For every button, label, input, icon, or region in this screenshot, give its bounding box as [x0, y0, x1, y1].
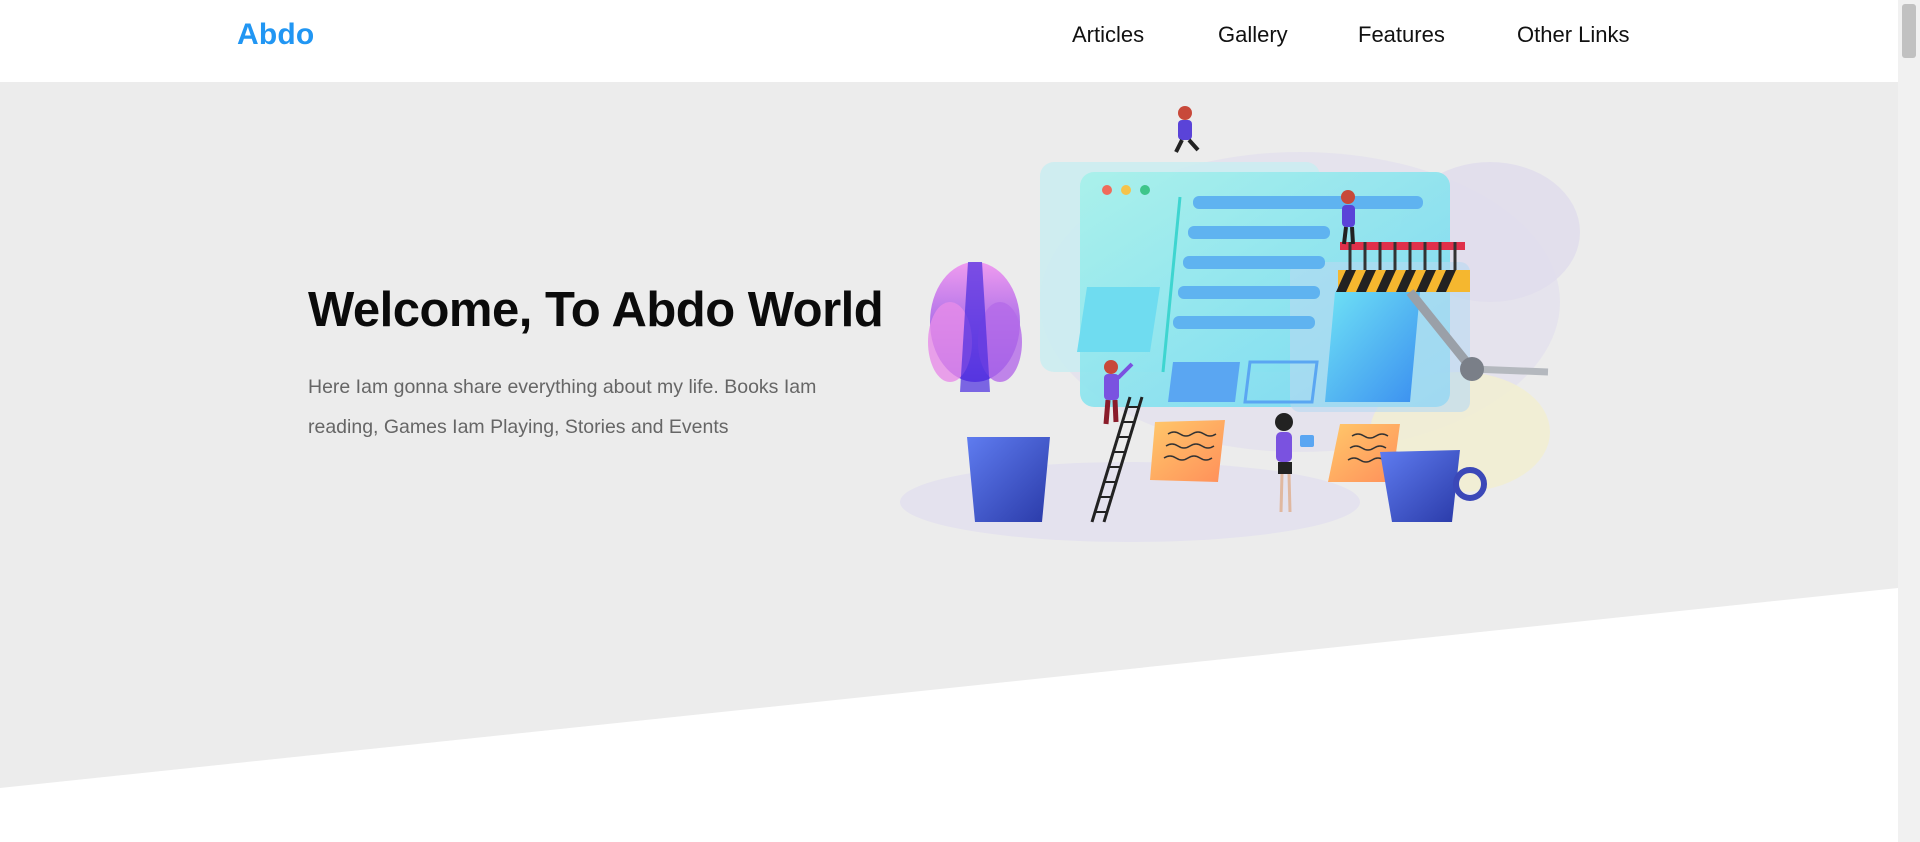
- page-scrollbar[interactable]: [1898, 0, 1920, 842]
- nav-link-other-links[interactable]: Other Links: [1517, 22, 1630, 48]
- double-chevron-down-icon[interactable]: [948, 782, 976, 816]
- web-builders-illustration: [900, 106, 1580, 542]
- nav-link-articles[interactable]: Articles: [1072, 22, 1144, 48]
- scrollbar-thumb[interactable]: [1902, 4, 1916, 58]
- nav-link-gallery[interactable]: Gallery: [1218, 22, 1288, 48]
- landing-title: Welcome, To Abdo World: [308, 283, 884, 337]
- site-header: Abdo Articles Gallery Features Other Lin…: [0, 0, 1898, 82]
- nav-link-features[interactable]: Features: [1358, 22, 1445, 48]
- landing-text: Here Iam gonna share everything about my…: [308, 376, 817, 438]
- landing-section: Welcome, To Abdo World Here Iam gonna sh…: [0, 82, 1898, 816]
- logo-link[interactable]: Abdo: [237, 18, 314, 52]
